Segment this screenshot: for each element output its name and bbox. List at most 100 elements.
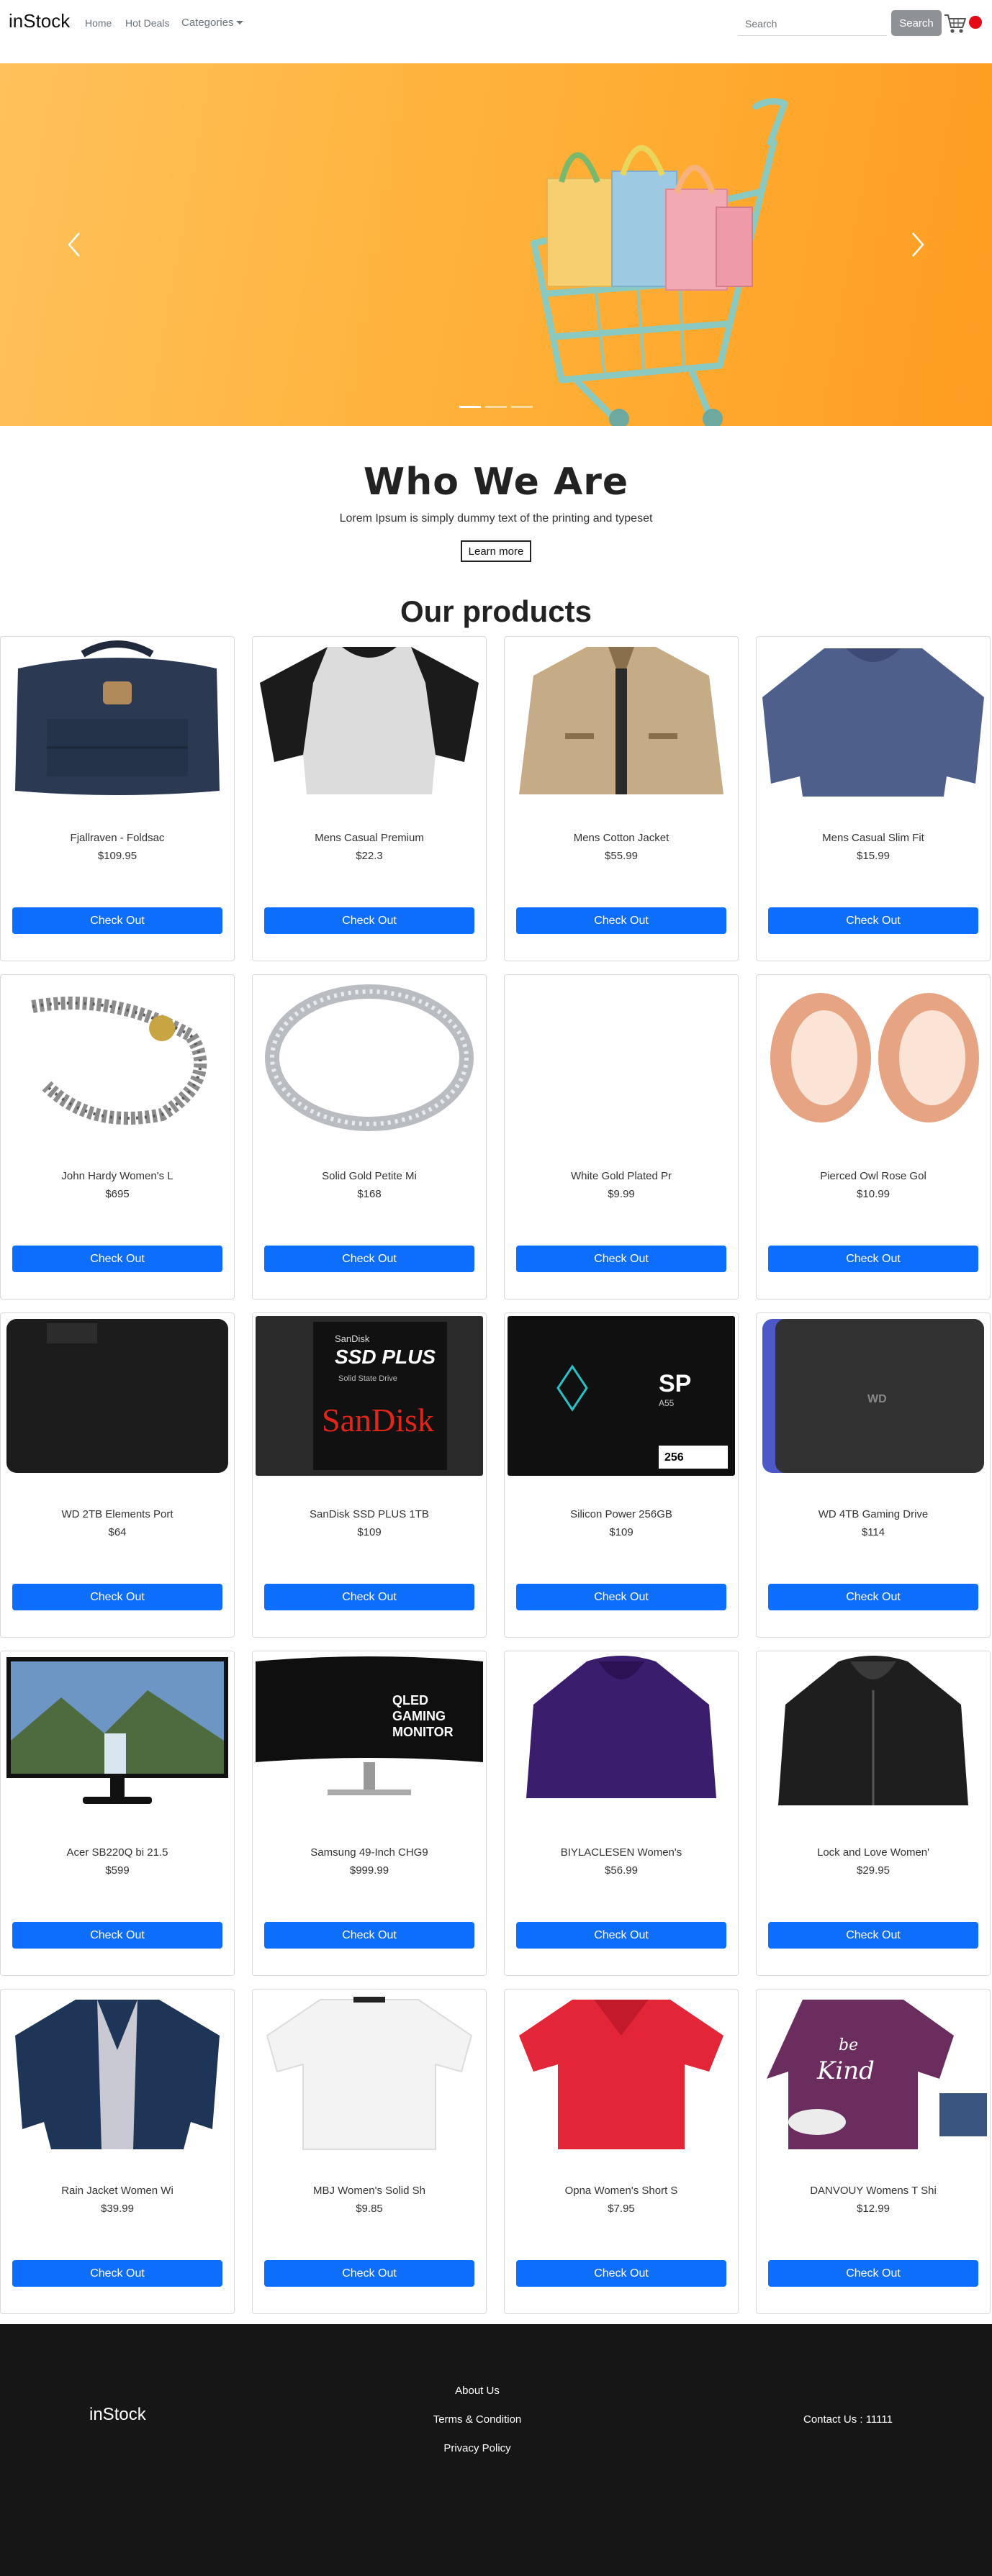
checkout-button[interactable]: Check Out	[12, 907, 222, 934]
product-card: QLED GAMING MONITOR Samsung 49-Inch CHG9…	[252, 1651, 487, 1976]
carousel-indicator-1[interactable]	[459, 406, 481, 408]
product-image[interactable]	[256, 640, 483, 799]
checkout-button[interactable]: Check Out	[768, 1246, 978, 1272]
svg-text:MONITOR: MONITOR	[392, 1725, 454, 1739]
product-image[interactable]	[759, 978, 987, 1138]
product-price: $695	[105, 1188, 130, 1200]
product-grid: Fjallraven - Foldsac $109.95 Check Out Men…	[0, 636, 992, 2317]
product-image[interactable]: SP A55 256	[508, 1316, 735, 1476]
product-card: Opna Women's Short S $7.95 Check Out	[504, 1989, 739, 2314]
product-image[interactable]	[4, 1654, 231, 1814]
product-image[interactable]	[256, 1992, 483, 2152]
about-title: Who We Are	[363, 461, 629, 504]
learn-more-button[interactable]: Learn more	[461, 540, 531, 562]
svg-text:SP: SP	[659, 1370, 691, 1397]
product-card: Pierced Owl Rose Gol $10.99 Check Out	[756, 974, 991, 1300]
product-title: SanDisk SSD PLUS 1TB	[310, 1508, 429, 1520]
navbar: inStock Home Hot Deals Categories Search	[0, 0, 992, 46]
product-title: Opna Women's Short S	[564, 2185, 678, 2197]
product-price: $12.99	[857, 2203, 890, 2215]
product-image[interactable]: WD	[759, 1316, 987, 1476]
svg-text:Kind: Kind	[816, 2056, 875, 2085]
product-title: DANVOUY Womens T Shi	[810, 2185, 937, 2197]
nav-home-link[interactable]: Home	[85, 17, 112, 29]
shopping-cart-hero-image	[531, 98, 788, 426]
product-title: Rain Jacket Women Wi	[61, 2185, 173, 2197]
footer-privacy-link[interactable]: Privacy Policy	[405, 2442, 549, 2454]
footer-contact: Contact Us : 11111	[803, 2413, 893, 2426]
product-title: Solid Gold Petite Mi	[322, 1170, 417, 1182]
product-price: $109	[609, 1526, 633, 1538]
product-image[interactable]: QLED GAMING MONITOR	[256, 1654, 483, 1814]
checkout-button[interactable]: Check Out	[12, 1584, 222, 1610]
footer-brand[interactable]: inStock	[89, 2405, 146, 2425]
checkout-button[interactable]: Check Out	[264, 907, 474, 934]
product-image[interactable]: be Kind	[759, 1992, 987, 2152]
product-image[interactable]	[4, 1992, 231, 2152]
product-image[interactable]	[4, 1316, 231, 1476]
checkout-button[interactable]: Check Out	[264, 1584, 474, 1610]
shopping-cart-icon[interactable]	[944, 13, 967, 35]
checkout-button[interactable]: Check Out	[516, 1246, 726, 1272]
product-image[interactable]	[4, 978, 231, 1138]
product-title: John Hardy Women's L	[61, 1170, 173, 1182]
categories-label: Categories	[181, 17, 234, 29]
product-title: Pierced Owl Rose Gol	[820, 1170, 926, 1182]
checkout-button[interactable]: Check Out	[516, 2260, 726, 2287]
product-card: BIYLACLESEN Women's $56.99 Check Out	[504, 1651, 739, 1976]
product-image[interactable]: SanDisk SSD PLUS Solid State Drive SanDi…	[256, 1316, 483, 1476]
product-card: SP A55 256 Silicon Power 256GB $109 Check O…	[504, 1312, 739, 1638]
product-card: Solid Gold Petite Mi $168 Check Out	[252, 974, 487, 1300]
chevron-left-icon[interactable]	[62, 226, 86, 263]
product-image[interactable]	[508, 1992, 735, 2152]
product-title: Acer SB220Q bi 21.5	[66, 1846, 168, 1859]
product-card: John Hardy Women's L $695 Check Out	[0, 974, 235, 1300]
checkout-button[interactable]: Check Out	[264, 1922, 474, 1949]
product-title: BIYLACLESEN Women's	[560, 1846, 682, 1859]
product-image[interactable]	[4, 640, 231, 799]
brand-logo[interactable]: inStock	[9, 10, 70, 32]
product-image[interactable]	[759, 640, 987, 799]
product-title: WD 2TB Elements Port	[61, 1508, 173, 1520]
product-price: $22.3	[356, 850, 383, 862]
checkout-button[interactable]: Check Out	[12, 2260, 222, 2287]
checkout-button[interactable]: Check Out	[12, 1246, 222, 1272]
about-text: Lorem Ipsum is simply dummy text of the …	[339, 512, 653, 525]
checkout-button[interactable]: Check Out	[264, 1246, 474, 1272]
checkout-button[interactable]: Check Out	[264, 2260, 474, 2287]
checkout-button[interactable]: Check Out	[768, 907, 978, 934]
product-price: $15.99	[857, 850, 890, 862]
product-card: Rain Jacket Women Wi $39.99 Check Out	[0, 1989, 235, 2314]
checkout-button[interactable]: Check Out	[768, 1584, 978, 1610]
carousel-indicator-3[interactable]	[511, 406, 533, 408]
footer-about-link[interactable]: About Us	[405, 2385, 549, 2397]
product-card: Mens Cotton Jacket $55.99 Check Out	[504, 636, 739, 961]
nav-hot-deals-link[interactable]: Hot Deals	[125, 17, 169, 29]
product-image[interactable]	[508, 978, 735, 1138]
product-price: $9.85	[356, 2203, 383, 2215]
product-image[interactable]	[759, 1654, 987, 1814]
svg-text:Solid State Drive: Solid State Drive	[338, 1374, 397, 1383]
product-image[interactable]	[256, 978, 483, 1138]
product-title: Lock and Love Women'	[816, 1846, 929, 1859]
product-price: $55.99	[605, 850, 638, 862]
product-price: $109.95	[97, 850, 137, 862]
product-image[interactable]	[508, 640, 735, 799]
products-heading: Our products	[400, 594, 592, 628]
product-card: WD WD 4TB Gaming Drive $114 Check Out	[756, 1312, 991, 1638]
checkout-button[interactable]: Check Out	[768, 1922, 978, 1949]
nav-categories-dropdown[interactable]: Categories	[181, 17, 243, 29]
checkout-button[interactable]: Check Out	[516, 907, 726, 934]
checkout-button[interactable]: Check Out	[12, 1922, 222, 1949]
search-button[interactable]: Search	[891, 10, 942, 36]
carousel-indicator-2[interactable]	[485, 406, 507, 408]
footer-terms-link[interactable]: Terms & Condition	[405, 2413, 549, 2426]
product-card: Fjallraven - Foldsac $109.95 Check Out	[0, 636, 235, 961]
product-image[interactable]	[508, 1654, 735, 1814]
checkout-button[interactable]: Check Out	[516, 1584, 726, 1610]
chevron-right-icon[interactable]	[906, 226, 930, 263]
checkout-button[interactable]: Check Out	[768, 2260, 978, 2287]
search-input[interactable]	[738, 12, 887, 36]
svg-text:QLED: QLED	[392, 1693, 428, 1707]
checkout-button[interactable]: Check Out	[516, 1922, 726, 1949]
